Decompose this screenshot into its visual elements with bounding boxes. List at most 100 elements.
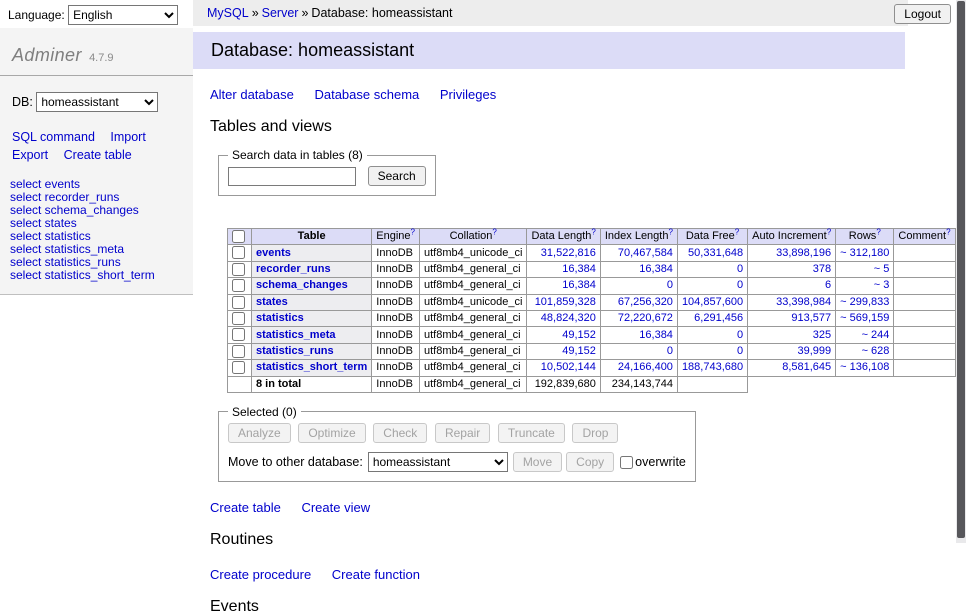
index-length-link[interactable]: 72,220,672 xyxy=(618,312,673,324)
scrollbar-thumb[interactable] xyxy=(957,1,965,538)
row-checkbox[interactable] xyxy=(232,345,245,358)
table-name-link[interactable]: statistics_short_term xyxy=(256,361,367,373)
index-length-link[interactable]: 0 xyxy=(667,345,673,357)
breadcrumb: MySQL»Server»Database: homeassistant xyxy=(193,0,908,26)
table-name-link[interactable]: statistics_meta xyxy=(256,329,336,341)
vertical-scrollbar[interactable] xyxy=(956,0,966,543)
data-length-link[interactable]: 101,859,328 xyxy=(535,296,596,308)
auto-increment-link[interactable]: 6 xyxy=(825,279,831,291)
auto-increment-link[interactable]: 8,581,645 xyxy=(782,361,831,373)
index-length-link[interactable]: 16,384 xyxy=(639,329,673,341)
data-length-link[interactable]: 10,502,144 xyxy=(541,361,596,373)
row-checkbox[interactable] xyxy=(232,296,245,309)
repair-button[interactable]: Repair xyxy=(435,423,490,443)
column-help-link[interactable]: ? xyxy=(946,228,950,237)
move-db-select[interactable]: homeassistant xyxy=(368,452,508,472)
rows-link[interactable]: ~ 312,180 xyxy=(840,247,889,259)
copy-button[interactable]: Copy xyxy=(566,452,614,472)
column-help-link[interactable]: ? xyxy=(827,228,831,237)
column-help-link[interactable]: ? xyxy=(492,228,496,237)
sidebar-link-import[interactable]: Import xyxy=(110,130,145,144)
privileges-link[interactable]: Privileges xyxy=(440,87,496,102)
optimize-button[interactable]: Optimize xyxy=(298,423,365,443)
sidebar-link-create-table[interactable]: Create table xyxy=(64,148,132,162)
auto-increment-link[interactable]: 325 xyxy=(813,329,831,341)
row-checkbox[interactable] xyxy=(232,312,245,325)
row-checkbox[interactable] xyxy=(232,328,245,341)
data-free-link[interactable]: 104,857,600 xyxy=(682,296,743,308)
rows-link[interactable]: ~ 569,159 xyxy=(840,312,889,324)
check-button[interactable]: Check xyxy=(373,423,427,443)
index-length-link[interactable]: 67,256,320 xyxy=(618,296,673,308)
index-length-link[interactable]: 70,467,584 xyxy=(618,247,673,259)
data-free-link[interactable]: 188,743,680 xyxy=(682,361,743,373)
row-checkbox[interactable] xyxy=(232,279,245,292)
table-name-link[interactable]: recorder_runs xyxy=(256,263,331,275)
create-function-link[interactable]: Create function xyxy=(332,567,420,582)
data-free-link[interactable]: 50,331,648 xyxy=(688,247,743,259)
rows-link[interactable]: ~ 136,108 xyxy=(840,361,889,373)
column-help-link[interactable]: ? xyxy=(411,228,415,237)
table-name-link[interactable]: events xyxy=(256,247,291,259)
auto-increment-link[interactable]: 33,898,196 xyxy=(776,247,831,259)
table-name-link[interactable]: statistics xyxy=(256,312,304,324)
data-length-link[interactable]: 49,152 xyxy=(562,345,596,357)
table-name-link[interactable]: schema_changes xyxy=(256,279,348,291)
data-free-link[interactable]: 0 xyxy=(737,279,743,291)
column-help-link[interactable]: ? xyxy=(591,228,595,237)
rows-link[interactable]: ~ 244 xyxy=(862,329,890,341)
index-length-link[interactable]: 24,166,400 xyxy=(618,361,673,373)
auto-increment-link[interactable]: 913,577 xyxy=(791,312,831,324)
column-help-link[interactable]: ? xyxy=(668,228,672,237)
move-button[interactable]: Move xyxy=(513,452,562,472)
overwrite-checkbox[interactable] xyxy=(620,456,633,469)
data-free-link[interactable]: 0 xyxy=(737,329,743,341)
sidebar-select-link[interactable]: select statistics_short_term xyxy=(10,269,183,282)
column-help-link[interactable]: ? xyxy=(876,228,880,237)
database-schema-link[interactable]: Database schema xyxy=(314,87,419,102)
drop-button[interactable]: Drop xyxy=(572,423,618,443)
language-select[interactable]: English xyxy=(68,5,178,25)
sidebar-link-sql-command[interactable]: SQL command xyxy=(12,130,95,144)
data-free-link[interactable]: 0 xyxy=(737,263,743,275)
table-name-link[interactable]: statistics_runs xyxy=(256,345,334,357)
create-procedure-link[interactable]: Create procedure xyxy=(210,567,311,582)
alter-database-link[interactable]: Alter database xyxy=(210,87,294,102)
table-row: recorder_runsInnoDButf8mb4_general_ci16,… xyxy=(228,261,956,277)
index-length-link[interactable]: 16,384 xyxy=(639,263,673,275)
data-length-link[interactable]: 31,522,816 xyxy=(541,247,596,259)
select-all-checkbox[interactable] xyxy=(232,230,245,243)
data-free-link[interactable]: 6,291,456 xyxy=(694,312,743,324)
sidebar-menu-panel: Adminer 4.7.9 DB: homeassistant SQL comm… xyxy=(0,28,193,295)
rows-link[interactable]: ~ 5 xyxy=(874,263,890,275)
sidebar-link-export[interactable]: Export xyxy=(12,148,48,162)
breadcrumb-server-link[interactable]: Server xyxy=(262,6,299,20)
data-length-link[interactable]: 16,384 xyxy=(562,279,596,291)
truncate-button[interactable]: Truncate xyxy=(498,423,565,443)
data-length-link[interactable]: 16,384 xyxy=(562,263,596,275)
row-checkbox[interactable] xyxy=(232,361,245,374)
logout-button[interactable]: Logout xyxy=(894,4,951,24)
data-free-link[interactable]: 0 xyxy=(737,345,743,357)
auto-increment-link[interactable]: 39,999 xyxy=(798,345,832,357)
data-length-link[interactable]: 48,824,320 xyxy=(541,312,596,324)
db-select[interactable]: homeassistant xyxy=(36,92,158,112)
breadcrumb-mysql-link[interactable]: MySQL xyxy=(207,6,249,20)
index-length-link[interactable]: 0 xyxy=(667,279,673,291)
analyze-button[interactable]: Analyze xyxy=(228,423,291,443)
row-checkbox[interactable] xyxy=(232,263,245,276)
auto-increment-link[interactable]: 378 xyxy=(813,263,831,275)
create-table-link[interactable]: Create table xyxy=(210,500,281,515)
data-length-link[interactable]: 49,152 xyxy=(562,329,596,341)
search-button[interactable]: Search xyxy=(368,166,426,186)
column-help-link[interactable]: ? xyxy=(735,228,739,237)
search-input[interactable] xyxy=(228,167,356,186)
rows-link[interactable]: ~ 3 xyxy=(874,279,890,291)
rows-link[interactable]: ~ 628 xyxy=(862,345,890,357)
row-checkbox[interactable] xyxy=(232,246,245,259)
table-name-link[interactable]: states xyxy=(256,296,288,308)
create-view-link[interactable]: Create view xyxy=(301,500,370,515)
rows-link[interactable]: ~ 299,833 xyxy=(840,296,889,308)
auto-increment-link[interactable]: 33,398,984 xyxy=(776,296,831,308)
app-name[interactable]: Adminer xyxy=(12,45,82,65)
